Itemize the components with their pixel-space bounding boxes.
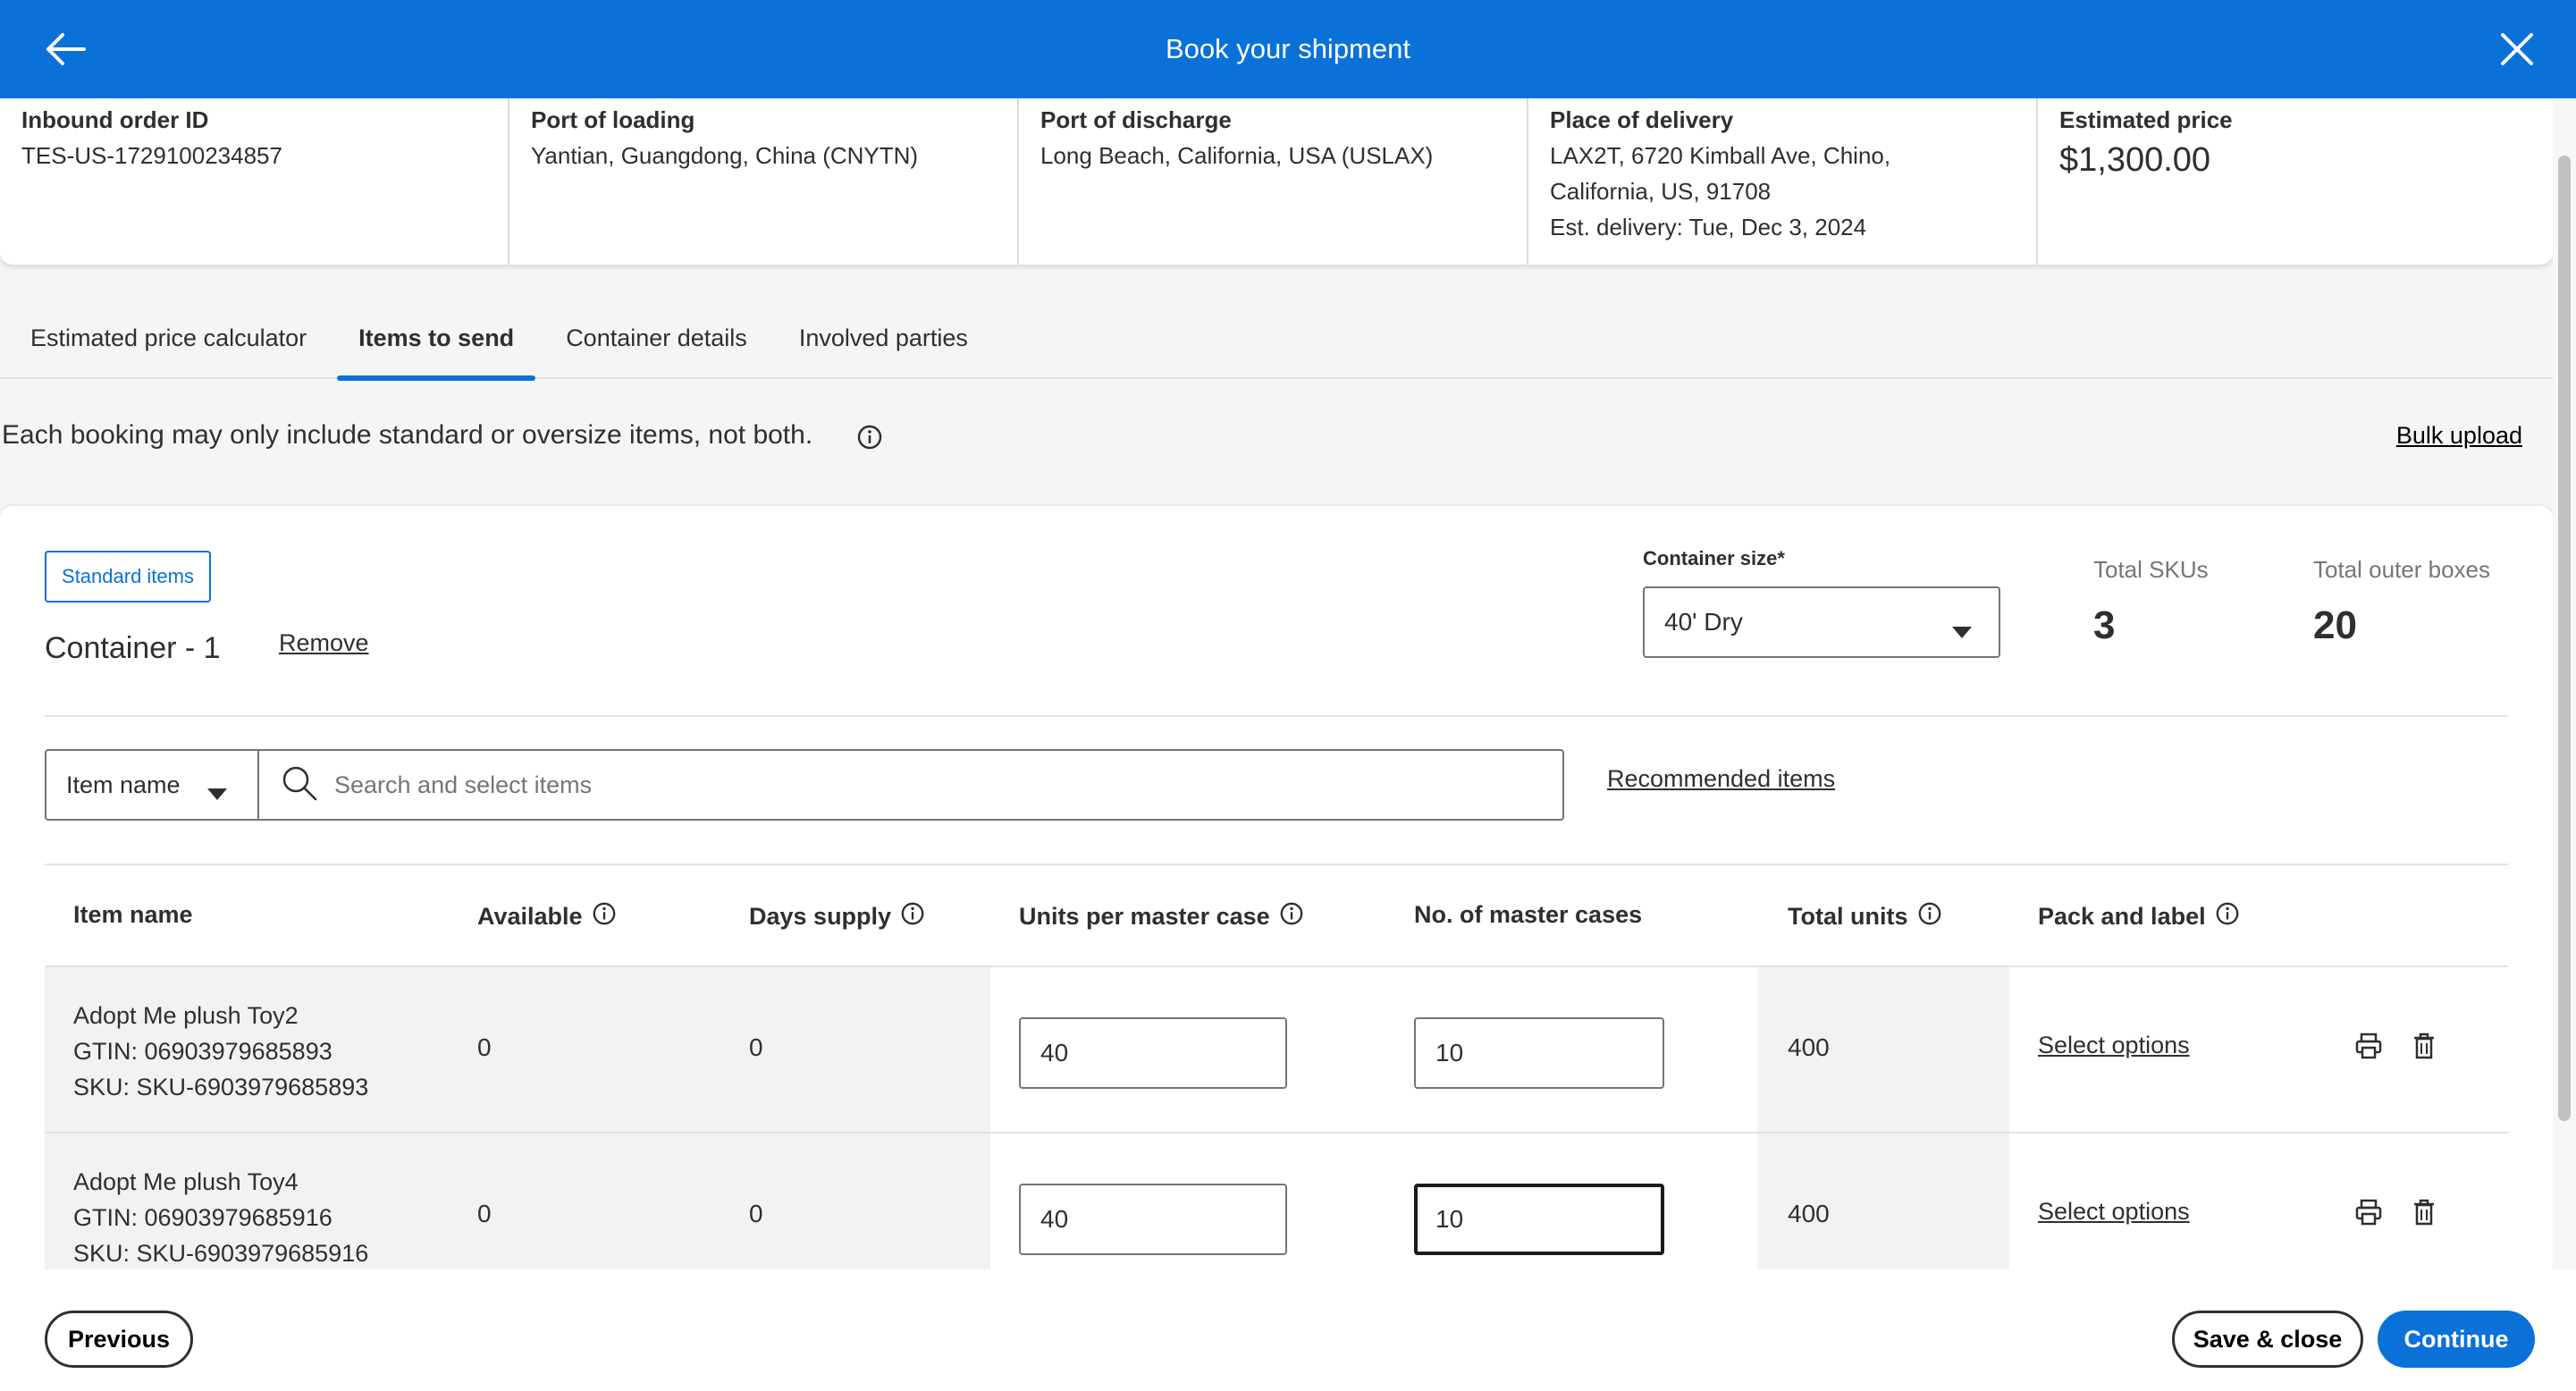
remove-container-link[interactable]: Remove [279, 629, 369, 657]
info-row: Each booking may only include standard o… [0, 417, 2553, 458]
trash-icon[interactable] [2412, 1198, 2437, 1231]
caret-down-icon [1952, 617, 1972, 645]
recommended-items-link[interactable]: Recommended items [1607, 765, 1835, 793]
price-label: Estimated price [2059, 106, 2233, 133]
col-available: Available [477, 901, 617, 932]
tab-container-details[interactable]: Container details [544, 304, 769, 379]
scrollbar-thumb[interactable] [2558, 156, 2571, 1121]
days-supply-cell: 0 [749, 1200, 763, 1227]
container-card: Standard items Container - 1 Remove Cont… [0, 506, 2553, 1311]
units-per-case-input[interactable]: 40 [1019, 1017, 1287, 1089]
bulk-upload-link[interactable]: Bulk upload [2396, 422, 2522, 450]
header-bar: Book your shipment [0, 0, 2576, 98]
table-row: Adopt Me plush Toy2 GTIN: 06903979685893… [45, 967, 2508, 1134]
item-name-cell: Adopt Me plush Toy2 GTIN: 06903979685893… [73, 998, 368, 1105]
delivery-label: Place of delivery [1550, 106, 1734, 133]
save-close-button[interactable]: Save & close [2172, 1311, 2363, 1368]
total-boxes-label: Total outer boxes [2313, 556, 2491, 583]
printer-icon[interactable] [2354, 1198, 2383, 1231]
item-gtin: GTIN: 06903979685893 [73, 1038, 333, 1065]
total-skus-stat: Total SKUs 3 [2093, 556, 2209, 648]
tab-involved-parties[interactable]: Involved parties [778, 304, 989, 379]
port-loading-value: Yantian, Guangdong, China (CNYTN) [531, 142, 919, 169]
booking-info-message: Each booking may only include standard o… [2, 420, 813, 450]
inbound-order-label: Inbound order ID [21, 106, 209, 133]
info-icon[interactable] [2215, 901, 2240, 932]
continue-button[interactable]: Continue [2378, 1311, 2535, 1368]
days-supply-cell: 0 [749, 1033, 763, 1061]
port-discharge-value: Long Beach, California, USA (USLAX) [1040, 142, 1434, 169]
available-cell: 0 [477, 1200, 492, 1227]
total-units-cell: 400 [1788, 1200, 1830, 1227]
info-icon[interactable] [856, 424, 883, 455]
shipment-summary: Inbound order ID TES-US-1729100234857 Po… [0, 98, 2553, 265]
item-sku: SKU: SKU-6903979685916 [73, 1240, 369, 1267]
total-skus-label: Total SKUs [2093, 556, 2209, 583]
select-options-link[interactable]: Select options [2038, 1032, 2190, 1059]
master-cases-input[interactable]: 10 [1414, 1017, 1664, 1089]
search-filter-select[interactable]: Item name [45, 749, 259, 821]
total-skus-value: 3 [2093, 603, 2116, 647]
price-col: Estimated price $1,300.00 [2038, 98, 2553, 265]
container-size-select[interactable]: 40' Dry [1643, 586, 2000, 658]
footer-bar: Previous Save & close Continue [0, 1269, 2576, 1391]
delivery-line1: LAX2T, 6720 Kimball Ave, Chino, [1550, 142, 1891, 169]
search-icon [281, 764, 318, 806]
caret-down-icon [207, 780, 227, 807]
inbound-order-value: TES-US-1729100234857 [21, 142, 282, 169]
container-size-label: Container size* [1643, 547, 1785, 569]
item-search-box [259, 749, 1564, 821]
port-discharge-col: Port of discharge Long Beach, California… [1019, 98, 1528, 265]
port-loading-label: Port of loading [531, 106, 695, 133]
total-boxes-stat: Total outer boxes 20 [2313, 556, 2490, 648]
info-icon[interactable] [592, 901, 617, 932]
table-header: Item name Available Days supply Units pe… [45, 865, 2508, 967]
divider [45, 715, 2508, 717]
select-options-link[interactable]: Select options [2038, 1198, 2190, 1226]
price-value: $1,300.00 [2059, 141, 2211, 179]
col-total-units: Total units [1788, 901, 1942, 932]
master-cases-input[interactable]: 10 [1414, 1184, 1664, 1255]
col-item-name: Item name [73, 901, 193, 928]
info-icon[interactable] [1917, 901, 1942, 932]
available-cell: 0 [477, 1033, 492, 1061]
col-units-per-master-case: Units per master case [1019, 901, 1304, 932]
units-per-case-input[interactable]: 40 [1019, 1184, 1287, 1255]
standard-items-badge: Standard items [45, 551, 211, 603]
printer-icon[interactable] [2354, 1032, 2383, 1065]
port-discharge-label: Port of discharge [1040, 106, 1232, 133]
container-size-value: 40' Dry [1664, 608, 1743, 636]
tab-items-to-send[interactable]: Items to send [337, 304, 536, 381]
col-pack-and-label: Pack and label [2038, 901, 2240, 932]
delivery-line3: Est. delivery: Tue, Dec 3, 2024 [1550, 214, 1867, 240]
total-boxes-value: 20 [2313, 603, 2357, 647]
trash-icon[interactable] [2412, 1032, 2437, 1065]
info-icon[interactable] [1279, 901, 1304, 932]
tab-bar: Estimated price calculator Items to send… [0, 304, 2553, 381]
tab-estimated-price-calculator[interactable]: Estimated price calculator [9, 304, 328, 379]
back-arrow-icon[interactable] [45, 30, 88, 69]
search-filter-value: Item name [66, 771, 181, 798]
previous-button[interactable]: Previous [45, 1311, 193, 1368]
item-name-cell: Adopt Me plush Toy4 GTIN: 06903979685916… [73, 1164, 368, 1271]
item-name: Adopt Me plush Toy4 [73, 1168, 299, 1195]
page-title: Book your shipment [1166, 33, 1410, 64]
col-no-of-master-cases: No. of master cases [1414, 901, 1643, 928]
col-days-supply: Days supply [749, 901, 925, 932]
container-title: Container - 1 [45, 631, 221, 665]
port-loading-col: Port of loading Yantian, Guangdong, Chin… [509, 98, 1019, 265]
item-gtin: GTIN: 06903979685916 [73, 1204, 333, 1231]
close-icon[interactable] [2497, 30, 2537, 69]
total-units-cell: 400 [1788, 1033, 1830, 1061]
inbound-order-col: Inbound order ID TES-US-1729100234857 [0, 98, 509, 265]
info-icon[interactable] [900, 901, 925, 932]
item-sku: SKU: SKU-6903979685893 [73, 1074, 369, 1100]
delivery-line2: California, US, 91708 [1550, 178, 1772, 205]
search-input[interactable] [334, 771, 1496, 799]
delivery-col: Place of delivery LAX2T, 6720 Kimball Av… [1528, 98, 2038, 265]
item-name: Adopt Me plush Toy2 [73, 1002, 299, 1029]
